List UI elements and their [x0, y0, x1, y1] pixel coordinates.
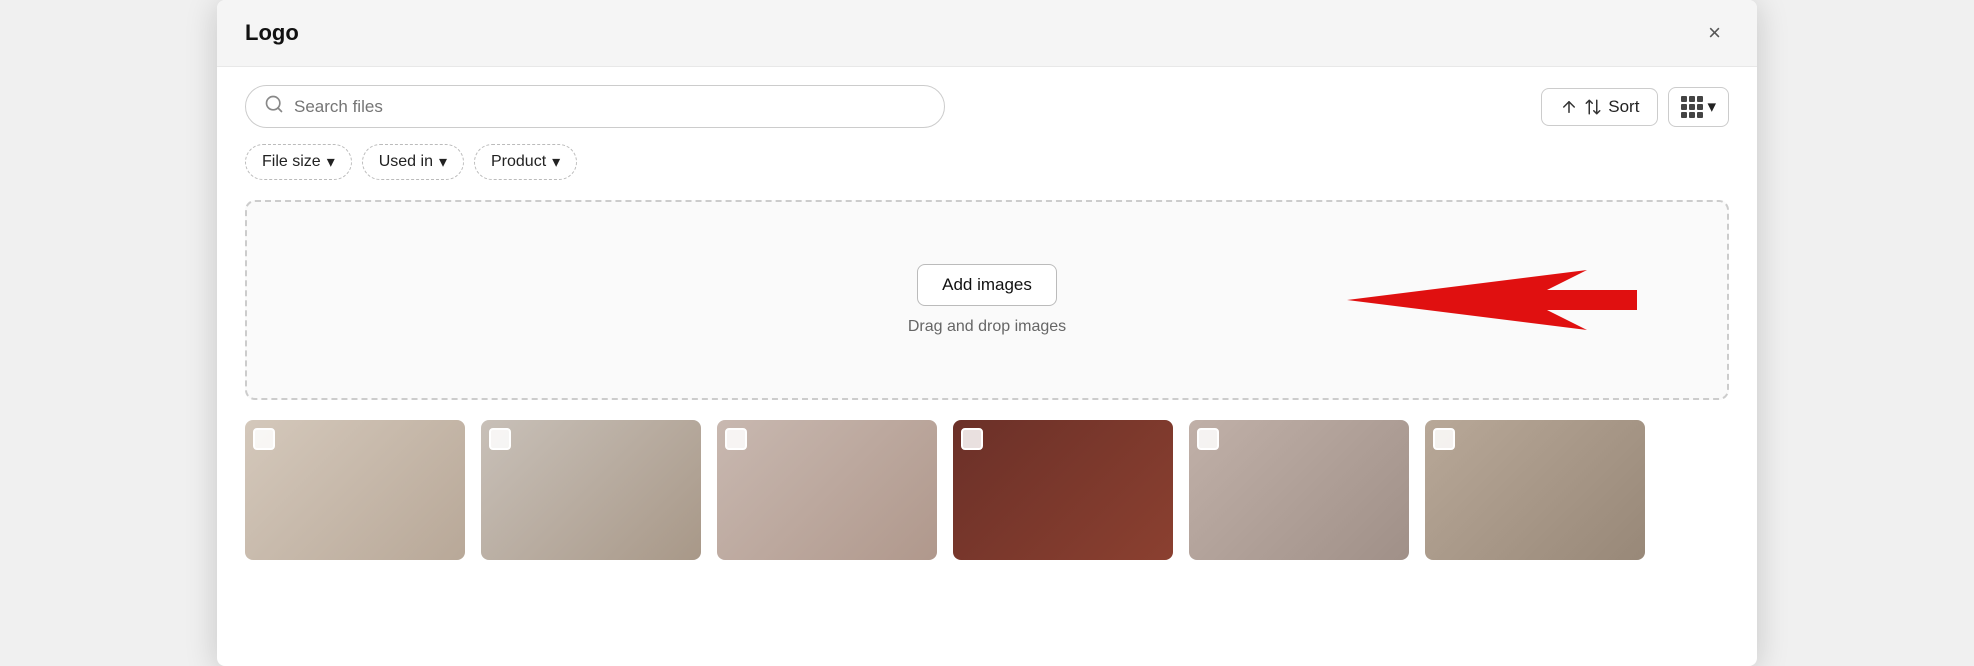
thumbnail-6[interactable] — [1425, 420, 1645, 560]
grid-chevron: ▾ — [1707, 97, 1716, 117]
filter-used-in[interactable]: Used in ▾ — [362, 144, 464, 180]
thumbnail-4[interactable] — [953, 420, 1173, 560]
filter-used-in-label: Used in — [379, 153, 433, 171]
filters-bar: File size ▾ Used in ▾ Product ▾ — [217, 128, 1757, 180]
modal-header: Logo × — [217, 0, 1757, 67]
thumbnail-1[interactable] — [245, 420, 465, 560]
add-images-button[interactable]: Add images — [917, 264, 1057, 306]
sort-arrows-icon — [1584, 98, 1602, 116]
thumbnail-2[interactable] — [481, 420, 701, 560]
filter-file-size-chevron: ▾ — [327, 152, 335, 172]
filter-file-size[interactable]: File size ▾ — [245, 144, 352, 180]
thumbnail-5[interactable] — [1189, 420, 1409, 560]
thumb-checkbox-1[interactable] — [253, 428, 275, 450]
modal-container: Logo × — [217, 0, 1757, 666]
close-button[interactable]: × — [1700, 18, 1729, 48]
search-container — [245, 85, 945, 128]
thumbnails-row — [217, 420, 1757, 560]
modal-title: Logo — [245, 20, 299, 46]
toolbar-right: Sort ▾ — [1541, 87, 1729, 127]
filter-product-chevron: ▾ — [552, 152, 560, 172]
dropzone[interactable]: Add images Drag and drop images — [245, 200, 1729, 400]
grid-icon — [1681, 96, 1703, 118]
thumbnail-3[interactable] — [717, 420, 937, 560]
thumb-checkbox-3[interactable] — [725, 428, 747, 450]
red-arrow-annotation — [1347, 260, 1667, 340]
thumb-checkbox-2[interactable] — [489, 428, 511, 450]
filter-used-in-chevron: ▾ — [439, 152, 447, 172]
filter-product[interactable]: Product ▾ — [474, 144, 577, 180]
thumb-checkbox-4[interactable] — [961, 428, 983, 450]
toolbar: Sort ▾ — [217, 67, 1757, 128]
sort-label: Sort — [1608, 97, 1639, 117]
drag-drop-text: Drag and drop images — [908, 318, 1066, 336]
thumb-checkbox-6[interactable] — [1433, 428, 1455, 450]
sort-icon — [1560, 98, 1578, 116]
search-input[interactable] — [294, 97, 926, 117]
search-icon — [264, 94, 284, 119]
sort-button[interactable]: Sort — [1541, 88, 1658, 126]
grid-view-button[interactable]: ▾ — [1668, 87, 1729, 127]
filter-product-label: Product — [491, 153, 546, 171]
thumb-checkbox-5[interactable] — [1197, 428, 1219, 450]
filter-file-size-label: File size — [262, 153, 321, 171]
search-wrapper — [245, 85, 945, 128]
